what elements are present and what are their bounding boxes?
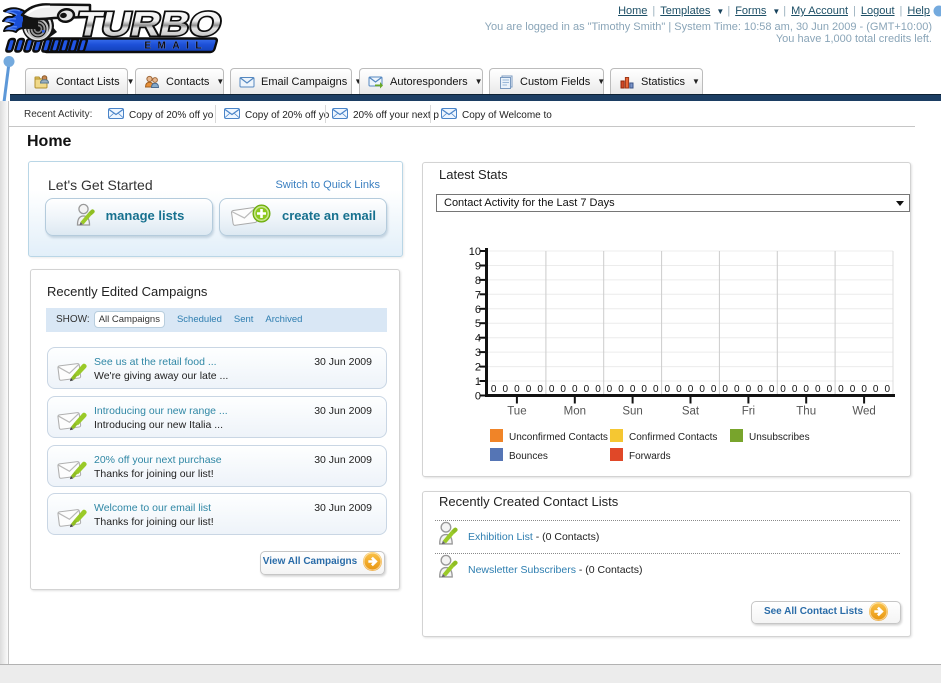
svg-text:0: 0 — [792, 384, 798, 395]
svg-text:0: 0 — [815, 384, 821, 395]
svg-text:Mon: Mon — [564, 406, 586, 418]
svg-text:0: 0 — [861, 384, 867, 395]
svg-text:0: 0 — [572, 384, 578, 395]
svg-text:0: 0 — [595, 384, 601, 395]
svg-text:Sat: Sat — [682, 406, 700, 418]
svg-text:TURBO: TURBO — [73, 6, 225, 44]
svg-text:10: 10 — [469, 246, 481, 258]
svg-text:0: 0 — [838, 384, 844, 395]
svg-text:Bounces: Bounces — [509, 451, 548, 462]
svg-text:0: 0 — [757, 384, 763, 395]
svg-text:0: 0 — [676, 384, 682, 395]
svg-text:0: 0 — [653, 384, 659, 395]
svg-text:0: 0 — [827, 384, 833, 395]
svg-text:0: 0 — [711, 384, 717, 395]
svg-text:0: 0 — [618, 384, 624, 395]
svg-text:0: 0 — [537, 384, 543, 395]
svg-text:4: 4 — [475, 333, 481, 345]
svg-text:0: 0 — [549, 384, 555, 395]
svg-text:0: 0 — [607, 384, 613, 395]
svg-text:Unsubscribes: Unsubscribes — [749, 432, 810, 443]
svg-text:0: 0 — [885, 384, 891, 395]
svg-text:5: 5 — [475, 318, 481, 330]
svg-text:Fri: Fri — [742, 406, 755, 418]
svg-text:0: 0 — [514, 384, 520, 395]
svg-text:0: 0 — [526, 384, 532, 395]
svg-text:0: 0 — [665, 384, 671, 395]
svg-text:0: 0 — [699, 384, 705, 395]
svg-text:Forwards: Forwards — [629, 451, 671, 462]
svg-text:0: 0 — [850, 384, 856, 395]
svg-text:Thu: Thu — [796, 406, 816, 418]
svg-text:0: 0 — [803, 384, 809, 395]
svg-text:0: 0 — [780, 384, 786, 395]
svg-text:Sun: Sun — [622, 406, 642, 418]
svg-text:0: 0 — [503, 384, 509, 395]
svg-text:0: 0 — [641, 384, 647, 395]
svg-text:0: 0 — [746, 384, 752, 395]
svg-text:0: 0 — [734, 384, 740, 395]
svg-text:0: 0 — [560, 384, 566, 395]
svg-text:0: 0 — [630, 384, 636, 395]
svg-text:0: 0 — [688, 384, 694, 395]
svg-text:Wed: Wed — [852, 406, 875, 418]
svg-text:Unconfirmed Contacts: Unconfirmed Contacts — [509, 432, 608, 443]
svg-text:0: 0 — [769, 384, 775, 395]
svg-text:0: 0 — [873, 384, 879, 395]
svg-text:Tue: Tue — [507, 406, 526, 418]
svg-text:Confirmed Contacts: Confirmed Contacts — [629, 432, 717, 443]
svg-text:0: 0 — [722, 384, 728, 395]
svg-text:0: 0 — [491, 384, 497, 395]
svg-text:0: 0 — [584, 384, 590, 395]
